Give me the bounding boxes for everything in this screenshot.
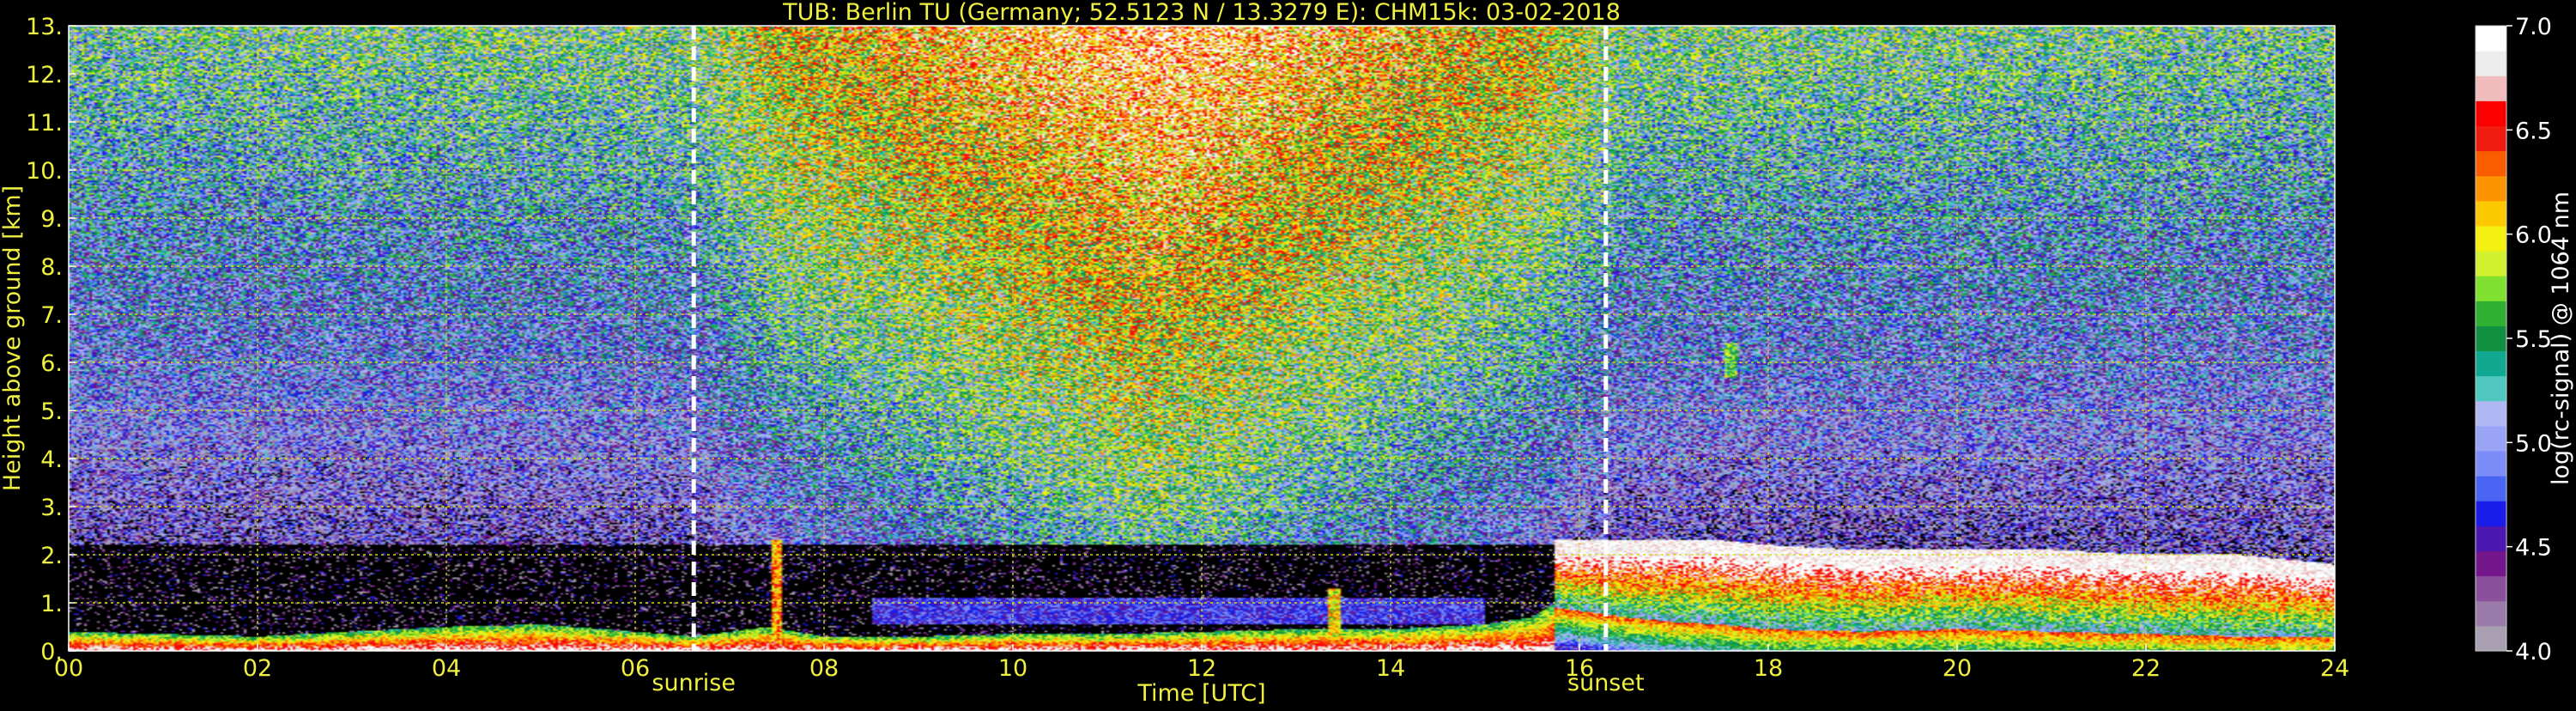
chart-container: 00 02 04 06 08 10 12 14 16 18 20 22 24 0. 1. 2. 3. 4. 5. 6… xyxy=(0,0,2576,708)
y-tick-label-4: 4. xyxy=(40,447,63,473)
x-tick-label-2: 04 xyxy=(432,655,461,682)
y-tick-label-7: 7. xyxy=(40,302,63,329)
x-tick-label-7: 14 xyxy=(1376,655,1405,682)
colorbar-tick-label-0: 4.0 xyxy=(2515,639,2552,665)
colorbar-tick-label-6: 7.0 xyxy=(2515,14,2552,40)
colorbar-band-6 xyxy=(2476,476,2506,501)
plot-area xyxy=(68,25,2336,652)
y-axis-label: Height above ground [km] xyxy=(0,185,26,491)
colorbar-band-15 xyxy=(2476,251,2506,276)
y-tick-label-3: 3. xyxy=(40,495,63,521)
colorbar-band-10 xyxy=(2476,375,2506,402)
chart-title: TUB: Berlin TU (Germany; 52.5123 N / 13.… xyxy=(782,0,1621,26)
colorbar-band-14 xyxy=(2476,276,2506,301)
x-tick-label-10: 20 xyxy=(1943,655,1972,682)
colorbar-tick-label-3: 5.5 xyxy=(2515,326,2552,353)
colorbar-band-21 xyxy=(2476,100,2506,126)
colorbar-tick-label-1: 4.5 xyxy=(2515,535,2552,562)
x-tick-label-5: 10 xyxy=(998,655,1027,682)
colorbar-band-16 xyxy=(2476,225,2506,252)
y-tick-label-13: 13. xyxy=(26,14,63,40)
colorbar-band-13 xyxy=(2476,301,2506,326)
x-tick-label-6: 12 xyxy=(1187,655,1216,682)
colorbar-band-8 xyxy=(2476,425,2506,452)
colorbar-band-24 xyxy=(2476,26,2506,52)
colorbar-band-22 xyxy=(2476,76,2506,101)
y-tick-label-8: 8. xyxy=(40,254,63,281)
colorbar-tick-label-4: 6.0 xyxy=(2515,222,2552,249)
colorbar-band-19 xyxy=(2476,150,2506,177)
y-tick-label-1: 1. xyxy=(40,591,63,617)
colorbar-tick-label-5: 6.5 xyxy=(2515,118,2552,144)
colorbar-label: log(rc-signal) @ 1064 nm xyxy=(2548,191,2574,485)
y-tick-label-6: 6. xyxy=(40,350,63,377)
colorbar-tick-label-2: 5.0 xyxy=(2515,430,2552,457)
y-tick-label-5: 5. xyxy=(40,398,63,425)
colorbar-band-17 xyxy=(2476,200,2506,227)
colorbar-band-3 xyxy=(2476,550,2506,577)
y-tick-label-9: 9. xyxy=(40,206,63,233)
colorbar-band-1 xyxy=(2476,600,2506,627)
annotation-label-sunrise: sunrise xyxy=(652,670,736,696)
y-tick-label-0: 0. xyxy=(40,639,63,665)
colorbar-band-5 xyxy=(2476,501,2506,526)
colorbar-band-20 xyxy=(2476,125,2506,152)
colorbar-band-4 xyxy=(2476,526,2506,552)
y-tick-label-11: 11. xyxy=(26,110,63,137)
x-axis-label: Time [UTC] xyxy=(1136,680,1265,707)
colorbar-band-12 xyxy=(2476,325,2506,352)
colorbar-band-0 xyxy=(2476,625,2506,652)
colorbar-band-2 xyxy=(2476,575,2506,602)
colorbar-band-9 xyxy=(2476,400,2506,427)
annotation-label-sunset: sunset xyxy=(1567,670,1645,696)
x-tick-label-4: 08 xyxy=(809,655,839,682)
colorbar-band-18 xyxy=(2476,175,2506,202)
ceilometer-chart: 00 02 04 06 08 10 12 14 16 18 20 22 24 0.1.2.3.4.5.6… xyxy=(0,0,2576,708)
y-tick-label-10: 10. xyxy=(26,158,63,185)
colorbar-band-23 xyxy=(2476,51,2506,76)
x-tick-label-12: 24 xyxy=(2320,655,2349,682)
x-tick-label-9: 18 xyxy=(1754,655,1783,682)
colorbar-band-11 xyxy=(2476,350,2506,377)
x-tick-label-3: 06 xyxy=(621,655,650,682)
x-tick-label-11: 22 xyxy=(2131,655,2161,682)
x-tick-label-1: 02 xyxy=(243,655,272,682)
colorbar-bands xyxy=(2476,26,2506,652)
y-tick-label-2: 2. xyxy=(40,543,63,569)
y-tick-label-12: 12. xyxy=(26,62,63,88)
colorbar-band-7 xyxy=(2476,451,2506,477)
